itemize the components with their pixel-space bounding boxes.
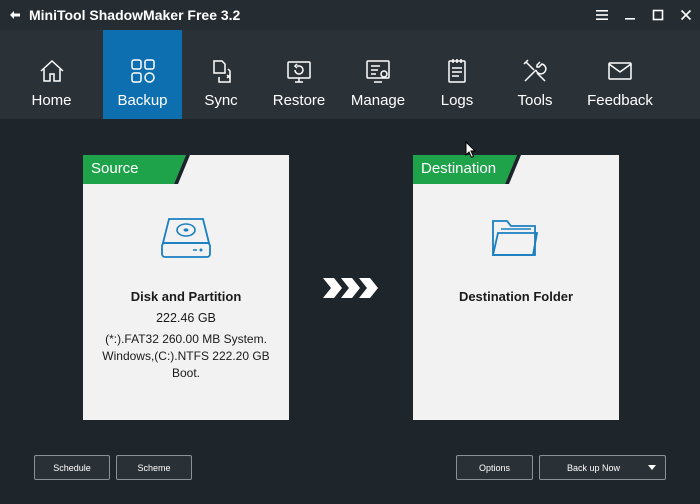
- nav-restore[interactable]: Restore: [260, 30, 338, 119]
- app-title: MiniTool ShadowMaker Free 3.2: [29, 7, 241, 23]
- logs-icon: [442, 56, 472, 86]
- destination-title: Destination Folder: [458, 289, 574, 304]
- source-title: Disk and Partition: [130, 289, 242, 304]
- window-controls: [588, 0, 700, 30]
- back-up-now-button[interactable]: Back up Now: [539, 455, 666, 480]
- home-icon: [37, 56, 67, 86]
- restore-icon: [284, 56, 314, 86]
- hamburger-icon: [596, 10, 608, 20]
- app-logo-icon: [10, 11, 20, 19]
- nav-tools[interactable]: Tools: [496, 30, 574, 119]
- nav-label: Logs: [440, 92, 474, 109]
- tools-icon: [520, 56, 550, 86]
- nav-label: Restore: [272, 92, 326, 109]
- maximize-button[interactable]: [644, 0, 672, 30]
- disk-icon: [161, 218, 211, 258]
- minimize-icon: [625, 18, 635, 20]
- nav-label: Backup: [117, 92, 168, 109]
- nav-sync[interactable]: Sync: [182, 30, 260, 119]
- nav-label: Sync: [204, 92, 238, 109]
- dropdown-caret-icon[interactable]: [648, 465, 656, 470]
- nav-home[interactable]: Home: [0, 30, 103, 119]
- source-description: (*:).FAT32 260.00 MB System. Windows,(C:…: [102, 332, 270, 380]
- nav-manage[interactable]: Manage: [338, 30, 418, 119]
- main-toolbar: Home Backup Sync Restore Manage Logs Too…: [0, 30, 700, 119]
- close-button[interactable]: [672, 0, 700, 30]
- close-icon: [680, 9, 692, 21]
- source-header-label: Source: [91, 160, 139, 177]
- menu-button[interactable]: [588, 0, 616, 30]
- destination-panel[interactable]: Destination Destination Folder: [413, 155, 619, 420]
- minimize-button[interactable]: [616, 0, 644, 30]
- manage-icon: [363, 56, 393, 86]
- nav-label: Home: [31, 92, 72, 109]
- sync-icon: [206, 56, 236, 86]
- nav-label: Tools: [517, 92, 553, 109]
- source-panel[interactable]: Source Disk and Partition 222.46 GB (*:)…: [83, 155, 289, 420]
- options-button[interactable]: Options: [456, 455, 533, 480]
- backup-icon: [128, 56, 158, 86]
- mouse-cursor-icon: [465, 141, 477, 159]
- triple-chevron-icon: [323, 278, 378, 298]
- nav-logs[interactable]: Logs: [418, 30, 496, 119]
- nav-backup[interactable]: Backup: [103, 30, 182, 119]
- scheme-button[interactable]: Scheme: [116, 455, 192, 480]
- feedback-icon: [605, 56, 635, 86]
- maximize-icon: [652, 9, 664, 21]
- destination-header-label: Destination: [421, 160, 497, 177]
- schedule-button[interactable]: Schedule: [34, 455, 110, 480]
- folder-icon: [491, 220, 539, 256]
- nav-feedback[interactable]: Feedback: [574, 30, 666, 119]
- nav-label: Feedback: [587, 92, 653, 109]
- source-size: 222.46 GB: [156, 311, 216, 325]
- back-up-now-label: Back up Now: [567, 462, 621, 473]
- title-bar: MiniTool ShadowMaker Free 3.2: [0, 0, 700, 30]
- nav-label: Manage: [350, 92, 406, 109]
